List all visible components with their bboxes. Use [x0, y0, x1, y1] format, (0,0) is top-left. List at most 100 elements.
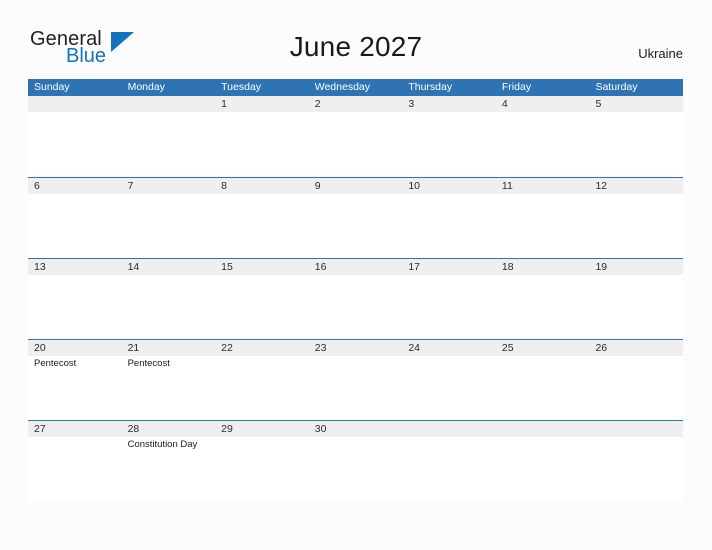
day-events [402, 112, 496, 114]
day-events [496, 356, 590, 358]
day-cell-24[interactable]: 24 [402, 340, 496, 420]
day-cell-20[interactable]: 20 Pentecost [28, 340, 122, 420]
day-number-band: 6 [28, 178, 122, 194]
day-cell-30[interactable]: 30 [308, 421, 403, 501]
day-number-band: 11 [495, 178, 590, 194]
day-number-band: 23 [308, 340, 403, 356]
day-number-band [589, 421, 684, 437]
day-cell-3[interactable]: 3 [402, 96, 496, 177]
page-title: June 2027 [289, 31, 423, 62]
day-events [496, 437, 590, 439]
day-cell-4[interactable]: 4 [495, 96, 590, 177]
calendar-page: General Blue June 2027 Ukraine Sunday Mon… [0, 0, 712, 550]
day-cell-16[interactable]: 16 [308, 259, 403, 339]
day-events [309, 275, 403, 277]
day-events [589, 275, 683, 277]
day-number-band: 3 [402, 96, 496, 112]
day-cell-6[interactable]: 6 [28, 178, 122, 258]
day-cell-29[interactable]: 29 [215, 421, 309, 501]
day-number: 9 [314, 180, 321, 192]
day-number-band: 1 [215, 96, 309, 112]
day-events [402, 356, 496, 358]
day-cell-11[interactable]: 11 [495, 178, 590, 258]
day-number-band: 24 [402, 340, 496, 356]
day-cell-2[interactable]: 2 [308, 96, 403, 177]
day-cell-empty [402, 421, 496, 501]
day-number: 27 [34, 423, 46, 435]
day-cell-27[interactable]: 27 [28, 421, 122, 501]
day-number-band [121, 96, 216, 112]
day-events [309, 112, 403, 114]
day-events [589, 437, 683, 439]
day-events [496, 112, 590, 114]
day-cell-26[interactable]: 26 [589, 340, 684, 420]
day-number-band: 18 [495, 259, 590, 275]
page-header: General Blue June 2027 Ukraine [0, 0, 712, 66]
week-row: 13 14 15 16 17 18 19 [28, 258, 684, 339]
day-number: 19 [595, 261, 608, 273]
day-cell-28[interactable]: 28 Constitution Day [121, 421, 216, 501]
week-row: 6 7 8 9 10 11 12 [28, 177, 684, 258]
day-number: 3 [408, 98, 415, 110]
day-events [122, 194, 216, 196]
day-number-band: 4 [495, 96, 590, 112]
day-number-band: 9 [308, 178, 403, 194]
day-cell-9[interactable]: 9 [308, 178, 403, 258]
day-number: 28 [127, 423, 140, 435]
day-cell-empty [495, 421, 590, 501]
calendar-body: 1 2 3 4 5 6 7 8 9 10 11 12 13 14 15 16 17 18 19 20 Pentecost… [28, 96, 684, 501]
day-cell-18[interactable]: 18 [495, 259, 590, 339]
day-cell-7[interactable]: 7 [121, 178, 216, 258]
day-number: 11 [501, 180, 513, 192]
day-cell-23[interactable]: 23 [308, 340, 403, 420]
day-events [215, 356, 309, 358]
day-cell-14[interactable]: 14 [121, 259, 216, 339]
day-cell-21[interactable]: 21 Pentecost [121, 340, 216, 420]
day-number-band: 8 [215, 178, 309, 194]
day-cell-13[interactable]: 13 [28, 259, 122, 339]
weekday-header-row: Sunday Monday Tuesday Wednesday Thursday Frid… [28, 79, 683, 96]
day-number: 8 [221, 180, 227, 192]
day-number: 24 [408, 342, 420, 354]
day-number-band: 14 [121, 259, 216, 275]
holiday-label: Pentecost [34, 358, 77, 369]
day-events [215, 275, 309, 277]
day-events [589, 194, 683, 196]
weekday-header-friday: Friday [501, 81, 532, 93]
weekday-header-saturday: Saturday [595, 81, 638, 93]
day-events: Constitution Day [122, 437, 216, 451]
day-cell-empty [589, 421, 684, 501]
day-cell-10[interactable]: 10 [402, 178, 496, 258]
day-events [215, 112, 309, 114]
day-number-band: 28 [121, 421, 216, 437]
day-number: 23 [314, 342, 327, 354]
week-row: 20 Pentecost 21 Pentecost 22 23 24 25 26 [28, 339, 684, 420]
day-events [402, 275, 496, 277]
day-events [28, 437, 122, 439]
day-number-band: 7 [121, 178, 216, 194]
day-events [309, 194, 403, 196]
day-cell-8[interactable]: 8 [215, 178, 309, 258]
day-cell-17[interactable]: 17 [402, 259, 496, 339]
day-number: 5 [595, 98, 602, 110]
day-number: 10 [408, 180, 420, 192]
day-number-band: 12 [589, 178, 684, 194]
day-number-band [495, 421, 590, 437]
day-number: 14 [127, 261, 140, 273]
day-events [28, 194, 122, 196]
day-number-band [28, 96, 122, 112]
day-number-band: 22 [215, 340, 309, 356]
day-number: 6 [34, 180, 40, 192]
day-number-band: 21 [121, 340, 216, 356]
holiday-label: Constitution Day [127, 439, 198, 450]
day-cell-5[interactable]: 5 [589, 96, 684, 177]
day-cell-1[interactable]: 1 [215, 96, 309, 177]
day-events [215, 194, 309, 196]
day-events [28, 112, 122, 114]
day-cell-19[interactable]: 19 [589, 259, 684, 339]
day-cell-22[interactable]: 22 [215, 340, 309, 420]
day-cell-12[interactable]: 12 [589, 178, 684, 258]
day-cell-25[interactable]: 25 [495, 340, 590, 420]
day-cell-15[interactable]: 15 [215, 259, 309, 339]
day-number: 26 [595, 342, 608, 354]
